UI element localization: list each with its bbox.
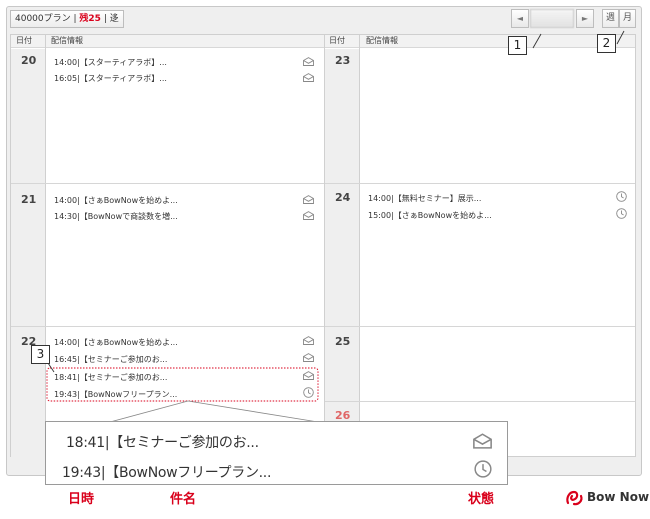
envelope-open-icon [473, 433, 492, 449]
callout-3: 3 [31, 345, 50, 364]
brand-name: Bow Now [587, 490, 650, 504]
legend-subject: 件名 [170, 492, 197, 507]
brand-logo: Bow Now [565, 486, 649, 510]
clock-icon [474, 460, 492, 478]
bownow-logo-icon [566, 490, 583, 506]
callout-1: 1 [508, 36, 527, 55]
zoomed-entry: 19:43|【BowNowフリープラン... [62, 465, 272, 481]
zoomed-entry: 18:41|【セミナーご参加のお... [66, 435, 259, 451]
callout-2: 2 [597, 34, 616, 53]
legend-status: 状態 [468, 492, 495, 507]
legend-datetime: 日時 [68, 492, 95, 507]
